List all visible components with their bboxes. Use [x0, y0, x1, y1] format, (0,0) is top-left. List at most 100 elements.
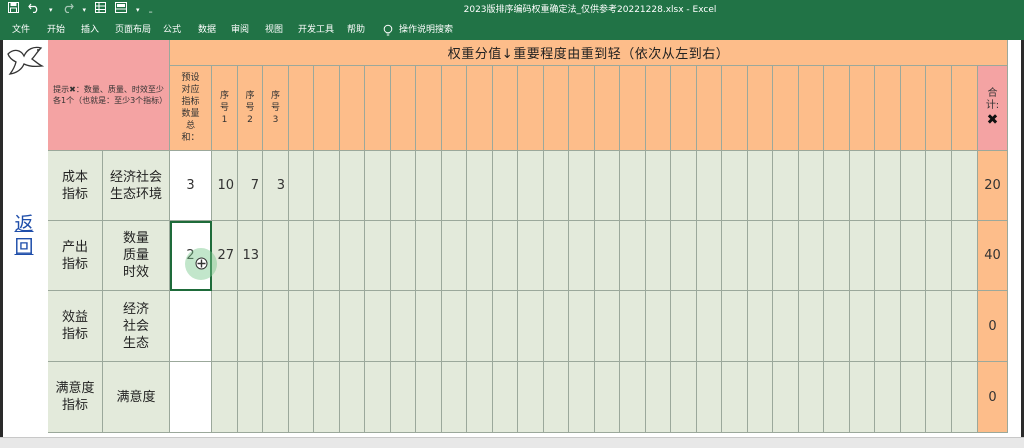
weight-cell[interactable] [493, 362, 518, 433]
weight-cell[interactable]: 13 [238, 221, 263, 291]
weight-cell[interactable] [289, 362, 314, 433]
weight-cell[interactable] [646, 291, 671, 362]
weight-cell[interactable] [595, 291, 620, 362]
total-header[interactable]: 合计: ✖ [978, 66, 1008, 151]
weight-cell[interactable] [952, 362, 978, 433]
header-cell[interactable] [926, 66, 952, 151]
weight-cell[interactable] [773, 221, 799, 291]
weight-cell[interactable] [518, 221, 544, 291]
weight-cell[interactable] [340, 221, 365, 291]
tell-me-search[interactable]: 操作说明搜索 [399, 21, 453, 40]
tab-home[interactable]: 开始 [47, 21, 65, 40]
subcategory-cell[interactable]: 经济社会生态 [103, 291, 170, 362]
header-cell[interactable] [620, 66, 646, 151]
header-cell[interactable] [646, 66, 671, 151]
weight-cell[interactable] [722, 362, 748, 433]
weight-cell[interactable] [697, 221, 722, 291]
weight-cell[interactable] [773, 291, 799, 362]
total-cell[interactable]: 40 [978, 221, 1008, 291]
weight-cell[interactable] [212, 291, 238, 362]
weight-cell[interactable] [722, 151, 748, 221]
weight-cell[interactable] [875, 362, 901, 433]
header-cell[interactable] [952, 66, 978, 151]
weight-cell[interactable] [799, 151, 824, 221]
seq-header-2[interactable]: 序号 2 [238, 66, 263, 151]
weight-cell[interactable] [340, 151, 365, 221]
weight-cell[interactable] [391, 151, 416, 221]
weight-cell[interactable] [595, 221, 620, 291]
tab-insert[interactable]: 插入 [81, 21, 99, 40]
weight-cell[interactable] [391, 362, 416, 433]
header-cell[interactable] [467, 66, 493, 151]
weight-cell[interactable] [416, 291, 442, 362]
subcategory-cell[interactable]: 数量质量时效 [103, 221, 170, 291]
weight-cell[interactable] [314, 362, 340, 433]
weight-cell[interactable] [901, 221, 926, 291]
weight-cell[interactable] [569, 362, 595, 433]
weight-cell[interactable] [722, 221, 748, 291]
weight-cell[interactable] [493, 151, 518, 221]
weight-cell[interactable] [518, 362, 544, 433]
weight-cell[interactable] [748, 151, 773, 221]
weight-cell[interactable] [773, 151, 799, 221]
weight-cell[interactable] [748, 221, 773, 291]
weight-cell[interactable] [671, 151, 697, 221]
weight-cell[interactable] [263, 362, 289, 433]
weight-cell[interactable] [467, 291, 493, 362]
weight-cell[interactable] [569, 221, 595, 291]
weight-cell[interactable] [620, 291, 646, 362]
weight-cell[interactable] [365, 362, 391, 433]
weight-cell[interactable] [799, 221, 824, 291]
weight-cell[interactable] [391, 221, 416, 291]
weight-cell[interactable] [952, 291, 978, 362]
tab-review[interactable]: 审阅 [231, 21, 249, 40]
header-cell[interactable] [722, 66, 748, 151]
header-cell[interactable] [391, 66, 416, 151]
weight-cell[interactable] [314, 151, 340, 221]
weight-cell[interactable] [901, 291, 926, 362]
preset-count-cell[interactable] [170, 362, 212, 433]
weight-cell[interactable]: 7 [238, 151, 263, 221]
weight-cell[interactable] [620, 362, 646, 433]
weight-cell[interactable] [365, 291, 391, 362]
header-cell[interactable] [773, 66, 799, 151]
weight-cell[interactable] [926, 291, 952, 362]
weight-cell[interactable] [850, 362, 875, 433]
header-cell[interactable] [340, 66, 365, 151]
weight-cell[interactable] [824, 291, 850, 362]
weight-cell[interactable] [850, 291, 875, 362]
weight-cell[interactable] [850, 151, 875, 221]
category-cell[interactable]: 满意度指标 [48, 362, 103, 433]
weight-cell[interactable] [314, 221, 340, 291]
weight-cell[interactable] [391, 291, 416, 362]
header-cell[interactable] [314, 66, 340, 151]
preset-count-cell[interactable]: 3 [170, 151, 212, 221]
category-cell[interactable]: 效益指标 [48, 291, 103, 362]
weight-cell[interactable] [595, 151, 620, 221]
weight-cell[interactable] [901, 151, 926, 221]
seq-header-3[interactable]: 序号 3 [263, 66, 289, 151]
weight-cell[interactable] [595, 362, 620, 433]
weight-cell[interactable]: 10 [212, 151, 238, 221]
header-cell[interactable] [518, 66, 544, 151]
grid-form-icon[interactable] [95, 0, 107, 21]
weight-cell[interactable] [926, 151, 952, 221]
preset-count-cell[interactable] [170, 291, 212, 362]
customize-toolbar-icon[interactable]: ₌ [149, 0, 153, 21]
weight-cell[interactable] [289, 151, 314, 221]
tab-formulas[interactable]: 公式 [163, 21, 181, 40]
weight-cell[interactable] [569, 151, 595, 221]
header-cell[interactable] [850, 66, 875, 151]
weight-cell[interactable] [824, 362, 850, 433]
header-cell[interactable] [875, 66, 901, 151]
header-cell[interactable] [697, 66, 722, 151]
weight-cell[interactable] [697, 362, 722, 433]
category-cell[interactable]: 成本指标 [48, 151, 103, 221]
total-cell[interactable]: 0 [978, 362, 1008, 433]
weight-cell[interactable] [416, 362, 442, 433]
weight-cell[interactable] [824, 151, 850, 221]
weight-cell[interactable] [289, 291, 314, 362]
weight-cell[interactable] [263, 291, 289, 362]
weight-cell[interactable] [952, 221, 978, 291]
weight-cell[interactable]: 3 [263, 151, 289, 221]
